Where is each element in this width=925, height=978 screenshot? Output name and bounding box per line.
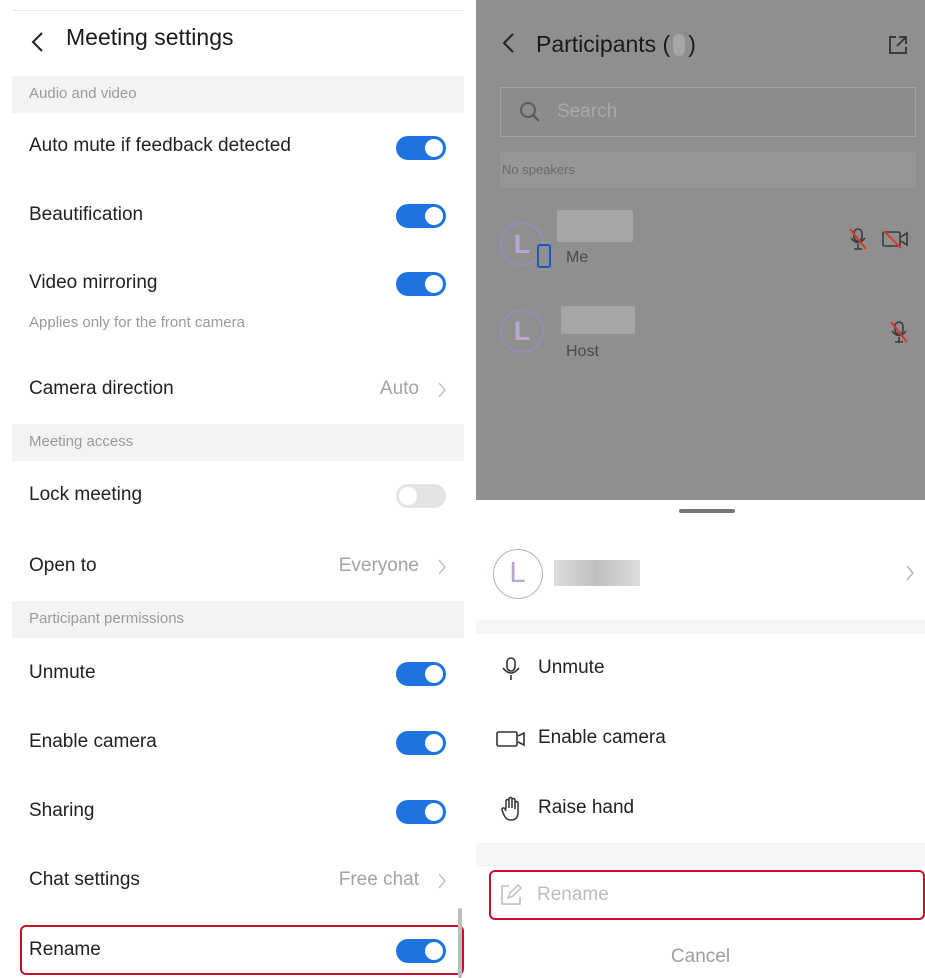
mic-off-icon <box>890 321 908 343</box>
participants-panel: Participants () Search No speakers L Me … <box>476 0 925 978</box>
participants-title-suffix: ) <box>688 31 696 57</box>
rename-highlight <box>20 925 464 975</box>
enable-camera-toggle[interactable] <box>396 731 446 755</box>
chevron-right-icon <box>438 873 446 889</box>
setting-beautification: Beautification <box>12 182 464 250</box>
participant-role: Me <box>566 249 589 266</box>
auto-mute-toggle[interactable] <box>396 136 446 160</box>
phone-icon <box>537 244 551 268</box>
divider <box>476 843 925 867</box>
video-mirroring-toggle[interactable] <box>396 272 446 296</box>
setting-open-to[interactable]: Open to Everyone <box>12 533 464 601</box>
no-speakers-label: No speakers <box>502 162 575 177</box>
action-label: Unmute <box>538 657 605 678</box>
back-icon[interactable] <box>499 30 519 56</box>
popout-icon[interactable] <box>887 34 909 56</box>
setting-label: Open to <box>29 555 97 576</box>
raise-hand-icon <box>501 796 519 821</box>
cancel-button[interactable]: Cancel <box>476 946 925 968</box>
search-input[interactable]: Search <box>500 87 916 137</box>
avatar: L <box>493 549 543 599</box>
setting-label: Video mirroring <box>29 272 158 293</box>
lock-meeting-toggle[interactable] <box>396 484 446 508</box>
action-label: Raise hand <box>538 797 635 818</box>
back-icon[interactable] <box>28 29 48 55</box>
setting-label: Camera direction <box>29 378 174 399</box>
mic-off-icon <box>849 228 867 250</box>
section-meeting-access: Meeting access <box>12 424 464 461</box>
meeting-settings-panel: Meeting settings Audio and video Auto mu… <box>12 10 464 978</box>
setting-label: Beautification <box>29 204 144 225</box>
setting-auto-mute: Auto mute if feedback detected <box>12 113 464 181</box>
section-label: Participant permissions <box>29 610 185 627</box>
action-label: Enable camera <box>538 727 666 748</box>
sharing-toggle[interactable] <box>396 800 446 824</box>
chevron-right-icon <box>438 382 446 398</box>
setting-label: Sharing <box>29 800 95 821</box>
chevron-right-icon <box>438 559 446 575</box>
setting-enable-camera: Enable camera <box>12 709 464 777</box>
action-enable-camera[interactable]: Enable camera <box>476 704 925 774</box>
divider <box>476 620 925 634</box>
beautification-toggle[interactable] <box>396 204 446 228</box>
participant-name-blurred <box>554 560 640 586</box>
action-raise-hand[interactable]: Raise hand <box>476 774 925 844</box>
avatar-letter: L <box>509 557 526 589</box>
section-audio-video: Audio and video <box>12 76 464 113</box>
participant-name-blurred <box>557 210 633 242</box>
action-rename[interactable]: Rename <box>489 870 925 920</box>
setting-chat-settings[interactable]: Chat settings Free chat <box>12 847 464 915</box>
setting-value: Free chat <box>338 869 419 890</box>
search-icon <box>520 102 540 122</box>
setting-value: Everyone <box>338 555 419 576</box>
mic-icon <box>502 657 520 680</box>
participant-name-blurred <box>561 306 635 334</box>
scrollbar[interactable] <box>458 908 462 978</box>
section-label: Audio and video <box>29 85 137 102</box>
setting-label: Unmute <box>29 662 96 683</box>
setting-hint: Applies only for the front camera <box>29 314 245 331</box>
setting-label: Chat settings <box>29 869 140 890</box>
chevron-right-icon <box>906 565 914 581</box>
participants-title: Participants () <box>536 31 696 58</box>
setting-video-mirroring: Video mirroring Applies only for the fro… <box>12 250 464 350</box>
participants-title-prefix: Participants ( <box>536 31 671 57</box>
avatar-letter: L <box>513 316 531 346</box>
setting-label: Lock meeting <box>29 484 143 505</box>
camera-off-icon <box>882 230 908 249</box>
setting-camera-direction[interactable]: Camera direction Auto <box>12 356 464 424</box>
section-label: Meeting access <box>29 433 134 450</box>
settings-header: Meeting settings <box>12 10 464 76</box>
search-placeholder: Search <box>557 101 618 122</box>
setting-label: Enable camera <box>29 731 157 752</box>
participant-role: Host <box>566 343 599 360</box>
setting-lock-meeting: Lock meeting <box>12 462 464 530</box>
unmute-toggle[interactable] <box>396 662 446 686</box>
setting-label: Auto mute if feedback detected <box>29 135 291 156</box>
setting-value: Auto <box>379 378 419 399</box>
participant-count-blurred <box>673 34 686 56</box>
sheet-drag-handle[interactable] <box>679 509 735 513</box>
setting-sharing: Sharing <box>12 778 464 846</box>
setting-unmute: Unmute <box>12 640 464 708</box>
edit-icon <box>501 884 522 905</box>
section-participant-permissions: Participant permissions <box>12 601 464 638</box>
dimmed-overlay[interactable]: Participants () Search No speakers L Me … <box>476 0 925 500</box>
action-label: Rename <box>537 884 609 905</box>
page-title: Meeting settings <box>66 24 234 50</box>
avatar: L <box>500 309 544 353</box>
camera-icon <box>496 731 525 747</box>
speakers-bar: No speakers <box>500 152 916 188</box>
action-unmute[interactable]: Unmute <box>476 634 925 704</box>
